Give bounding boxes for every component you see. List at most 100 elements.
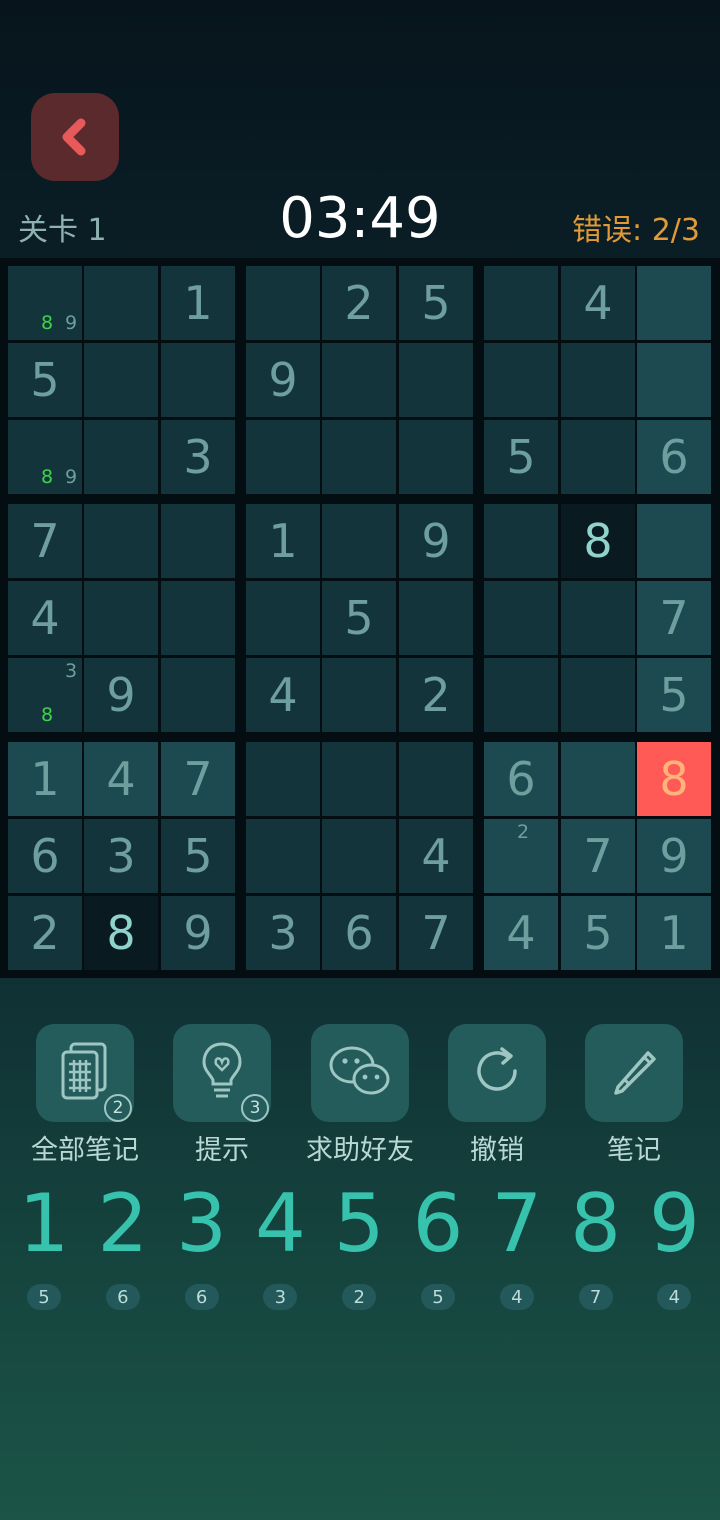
cell-r9-c4[interactable]: 3 — [246, 896, 320, 970]
cell-r1-c4[interactable] — [246, 266, 320, 340]
numpad-key-3[interactable]: 36 — [163, 1180, 241, 1310]
cell-r3-c7[interactable]: 5 — [484, 420, 558, 494]
cell-r3-c5[interactable] — [322, 420, 396, 494]
cell-r6-c6[interactable]: 2 — [399, 658, 473, 732]
tool-button[interactable] — [311, 1024, 409, 1122]
cell-r8-c6[interactable]: 4 — [399, 819, 473, 893]
numpad-key-9[interactable]: 94 — [635, 1180, 713, 1310]
numpad-key-1[interactable]: 15 — [5, 1180, 83, 1310]
tool-button[interactable]: 3 — [173, 1024, 271, 1122]
cell-r9-c3[interactable]: 9 — [161, 896, 235, 970]
numpad-key-8[interactable]: 87 — [557, 1180, 635, 1310]
cell-r6-c2[interactable]: 9 — [84, 658, 158, 732]
cell-r9-c1[interactable]: 2 — [8, 896, 82, 970]
cell-r5-c7[interactable] — [484, 581, 558, 655]
tool-lightbulb[interactable]: 3 提示 — [157, 1024, 287, 1167]
cell-r7-c3[interactable]: 7 — [161, 742, 235, 816]
cell-r7-c5[interactable] — [322, 742, 396, 816]
cell-r4-c2[interactable] — [84, 504, 158, 578]
tool-undo[interactable]: 撤销 — [432, 1024, 562, 1167]
cell-r8-c5[interactable] — [322, 819, 396, 893]
tool-all-notes[interactable]: 2 全部笔记 — [20, 1024, 150, 1167]
cell-r2-c3[interactable] — [161, 343, 235, 417]
cell-r7-c8[interactable] — [561, 742, 635, 816]
cell-r4-c3[interactable] — [161, 504, 235, 578]
cell-r1-c8[interactable]: 4 — [561, 266, 635, 340]
cell-r2-c8[interactable] — [561, 343, 635, 417]
cell-r2-c2[interactable] — [84, 343, 158, 417]
cell-r1-c1[interactable]: 89 — [8, 266, 82, 340]
cell-r7-c6[interactable] — [399, 742, 473, 816]
cell-r1-c7[interactable] — [484, 266, 558, 340]
cell-r6-c8[interactable] — [561, 658, 635, 732]
cell-r1-c3[interactable]: 1 — [161, 266, 235, 340]
cell-r1-c9[interactable] — [637, 266, 711, 340]
cell-r5-c4[interactable] — [246, 581, 320, 655]
cell-r5-c6[interactable] — [399, 581, 473, 655]
cell-r3-c3[interactable]: 3 — [161, 420, 235, 494]
numpad-key-7[interactable]: 74 — [478, 1180, 556, 1310]
cell-r8-c9[interactable]: 9 — [637, 819, 711, 893]
cell-r2-c1[interactable]: 5 — [8, 343, 82, 417]
cell-r7-c9[interactable]: 8 — [637, 742, 711, 816]
tool-wechat[interactable]: 求助好友 — [295, 1024, 425, 1167]
cell-r7-c4[interactable] — [246, 742, 320, 816]
cell-r9-c5[interactable]: 6 — [322, 896, 396, 970]
cell-r8-c2[interactable]: 3 — [84, 819, 158, 893]
cell-r8-c4[interactable] — [246, 819, 320, 893]
cell-r4-c8[interactable]: 8 — [561, 504, 635, 578]
cell-r9-c7[interactable]: 4 — [484, 896, 558, 970]
cell-r9-c9[interactable]: 1 — [637, 896, 711, 970]
cell-r3-c4[interactable] — [246, 420, 320, 494]
cell-r9-c6[interactable]: 7 — [399, 896, 473, 970]
cell-r3-c8[interactable] — [561, 420, 635, 494]
cell-r5-c9[interactable]: 7 — [637, 581, 711, 655]
cell-r2-c5[interactable] — [322, 343, 396, 417]
cell-r6-c1[interactable]: 38 — [8, 658, 82, 732]
cell-r9-c2[interactable]: 8 — [84, 896, 158, 970]
cell-r4-c6[interactable]: 9 — [399, 504, 473, 578]
cell-r3-c9[interactable]: 6 — [637, 420, 711, 494]
cell-r3-c2[interactable] — [84, 420, 158, 494]
tool-pencil[interactable]: 笔记 — [569, 1024, 699, 1167]
cell-r4-c5[interactable] — [322, 504, 396, 578]
cell-r5-c8[interactable] — [561, 581, 635, 655]
cell-r7-c2[interactable]: 4 — [84, 742, 158, 816]
cell-r6-c7[interactable] — [484, 658, 558, 732]
cell-r1-c5[interactable]: 2 — [322, 266, 396, 340]
tool-button[interactable] — [448, 1024, 546, 1122]
cell-r7-c7[interactable]: 6 — [484, 742, 558, 816]
cell-r6-c3[interactable] — [161, 658, 235, 732]
tool-button[interactable] — [585, 1024, 683, 1122]
cell-r5-c3[interactable] — [161, 581, 235, 655]
cell-r6-c4[interactable]: 4 — [246, 658, 320, 732]
numpad-key-5[interactable]: 52 — [320, 1180, 398, 1310]
cell-r5-c5[interactable]: 5 — [322, 581, 396, 655]
cell-r7-c1[interactable]: 1 — [8, 742, 82, 816]
cell-r9-c8[interactable]: 5 — [561, 896, 635, 970]
numpad-key-4[interactable]: 43 — [241, 1180, 319, 1310]
cell-r2-c6[interactable] — [399, 343, 473, 417]
cell-r4-c4[interactable]: 1 — [246, 504, 320, 578]
cell-r2-c7[interactable] — [484, 343, 558, 417]
cell-r8-c8[interactable]: 7 — [561, 819, 635, 893]
cell-r5-c2[interactable] — [84, 581, 158, 655]
back-button[interactable] — [31, 93, 119, 181]
cell-r6-c9[interactable]: 5 — [637, 658, 711, 732]
cell-r4-c9[interactable] — [637, 504, 711, 578]
cell-r3-c6[interactable] — [399, 420, 473, 494]
cell-r6-c5[interactable] — [322, 658, 396, 732]
cell-r1-c2[interactable] — [84, 266, 158, 340]
cell-r8-c7[interactable]: 2 — [484, 819, 558, 893]
cell-r2-c4[interactable]: 9 — [246, 343, 320, 417]
cell-r8-c3[interactable]: 5 — [161, 819, 235, 893]
numpad-key-2[interactable]: 26 — [84, 1180, 162, 1310]
cell-r3-c1[interactable]: 89 — [8, 420, 82, 494]
cell-r8-c1[interactable]: 6 — [8, 819, 82, 893]
numpad-key-6[interactable]: 65 — [399, 1180, 477, 1310]
cell-r5-c1[interactable]: 4 — [8, 581, 82, 655]
tool-button[interactable]: 2 — [36, 1024, 134, 1122]
cell-r2-c9[interactable] — [637, 343, 711, 417]
cell-r4-c1[interactable]: 7 — [8, 504, 82, 578]
cell-r1-c6[interactable]: 5 — [399, 266, 473, 340]
